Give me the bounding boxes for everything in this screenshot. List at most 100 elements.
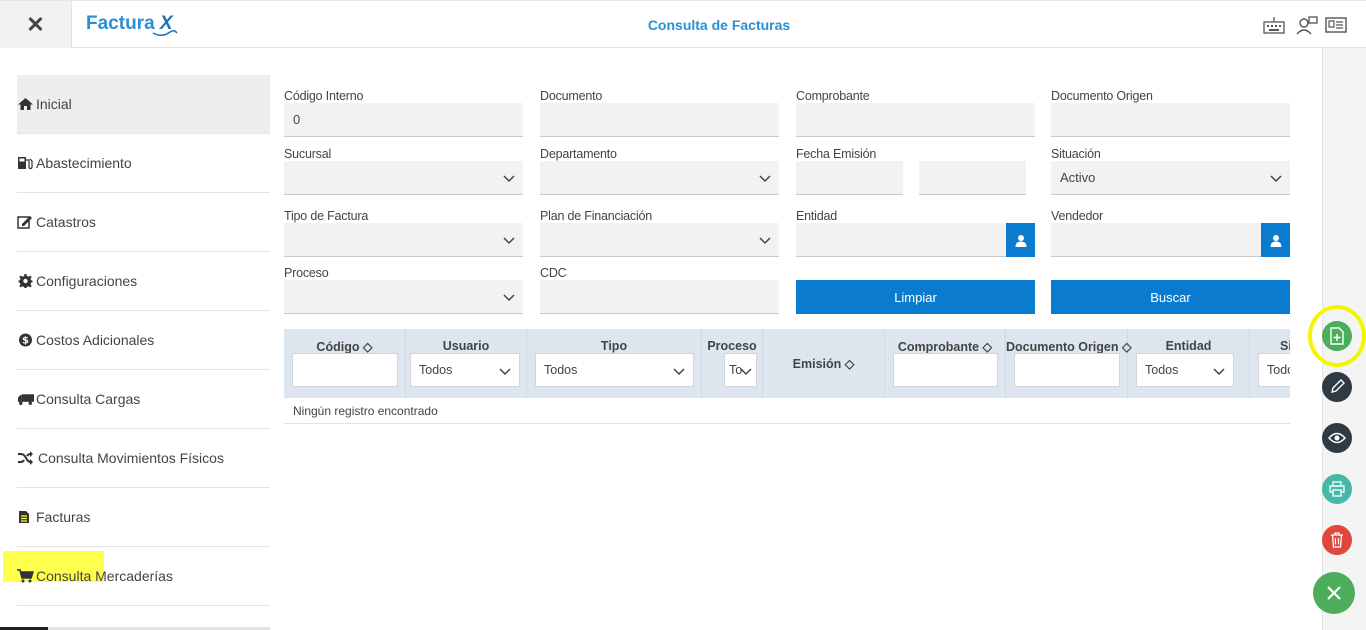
limpiar-button[interactable]: Limpiar xyxy=(796,280,1035,314)
pencil-icon xyxy=(1331,379,1345,393)
vendedor-input[interactable] xyxy=(1051,223,1290,257)
usuario-filter-select[interactable]: Todos xyxy=(410,353,520,387)
buscar-button[interactable]: Buscar xyxy=(1051,280,1290,314)
view-button[interactable] xyxy=(1322,423,1352,453)
column-codigo[interactable]: Código ◇ xyxy=(284,329,406,398)
edit-button[interactable] xyxy=(1322,372,1352,402)
documento-input[interactable] xyxy=(540,103,779,137)
sucursal-label: Sucursal xyxy=(284,147,332,161)
sidebar-item-facturas[interactable]: Facturas xyxy=(17,488,270,547)
entidad-filter-select[interactable]: Todos xyxy=(1136,353,1234,387)
print-button[interactable] xyxy=(1322,474,1352,504)
sidebar-item-label: Facturas xyxy=(36,509,91,525)
users-icon[interactable] xyxy=(1296,15,1318,35)
chevron-down-icon xyxy=(1213,368,1225,376)
situacion-value: Activo xyxy=(1060,170,1096,185)
entidad-input[interactable] xyxy=(796,223,1035,257)
sidebar-item-abastecimiento[interactable]: Abastecimiento xyxy=(17,134,270,193)
comprobante-filter-input[interactable] xyxy=(893,353,998,387)
column-documento-origen[interactable]: Documento Origen ◇ xyxy=(1006,329,1132,398)
documento-label: Documento xyxy=(540,89,603,103)
comprobante-input[interactable] xyxy=(796,103,1035,137)
sidebar-item-label: Abastecimiento xyxy=(36,155,132,171)
filter-value: Todos xyxy=(544,363,578,377)
sidebar-item-consulta-movimientos-fisicos[interactable]: Consulta Movimientos Físicos xyxy=(17,429,270,488)
codigo-filter-input[interactable] xyxy=(292,353,398,387)
tipo-factura-label: Tipo de Factura xyxy=(284,209,369,223)
proceso-filter-select[interactable]: To xyxy=(724,353,757,387)
sidebar: Inicial Abastecimiento Catastros Configu… xyxy=(0,48,270,630)
departamento-select[interactable] xyxy=(540,161,779,195)
chevron-down-icon xyxy=(499,368,511,376)
codigo-interno-label: Código Interno xyxy=(284,89,364,103)
column-header-label: Usuario xyxy=(442,339,490,353)
sucursal-select[interactable] xyxy=(284,161,523,195)
svg-text:$: $ xyxy=(22,336,29,347)
sidebar-item-costos-adicionales[interactable]: $ Costos Adicionales xyxy=(17,311,270,370)
column-header-label: Comprobante ◇ xyxy=(897,340,993,354)
fecha-emision-from-input[interactable] xyxy=(796,161,903,195)
tipo-factura-select[interactable] xyxy=(284,223,523,257)
chevron-down-icon xyxy=(759,175,771,183)
comprobante-label: Comprobante xyxy=(796,89,870,103)
sidebar-item-catastros[interactable]: Catastros xyxy=(17,193,270,252)
column-header-label: Tipo xyxy=(600,339,628,353)
column-emision[interactable]: Emisión ◇ xyxy=(763,329,885,398)
results-table-header: Código ◇ Usuario Todos Tipo Todos Proces… xyxy=(284,329,1290,398)
close-icon xyxy=(1327,586,1341,600)
entidad-search-button[interactable] xyxy=(1006,223,1035,257)
column-proceso[interactable]: Proceso To xyxy=(702,329,763,398)
shuffle-icon xyxy=(17,451,35,465)
vendedor-search-button[interactable] xyxy=(1261,223,1290,257)
printer-icon xyxy=(1329,481,1345,497)
sidebar-item-consulta-cargas[interactable]: Consulta Cargas xyxy=(17,370,270,429)
proceso-label: Proceso xyxy=(284,266,329,280)
column-header-label: Entidad xyxy=(1165,339,1212,353)
codigo-interno-input[interactable]: 0 xyxy=(284,103,523,137)
fecha-emision-to-input[interactable] xyxy=(919,161,1026,195)
plan-financiacion-label: Plan de Financiación xyxy=(540,209,653,223)
sidebar-item-label: Consulta Movimientos Físicos xyxy=(38,450,224,466)
sidebar-item-label: Costos Adicionales xyxy=(36,332,155,348)
cdc-input[interactable] xyxy=(540,280,779,314)
column-comprobante[interactable]: Comprobante ◇ xyxy=(885,329,1006,398)
tipo-filter-select[interactable]: Todos xyxy=(535,353,694,387)
document-icon xyxy=(17,510,35,524)
entidad-label: Entidad xyxy=(796,209,837,223)
situacion-label: Situación xyxy=(1051,147,1101,161)
plan-financiacion-select[interactable] xyxy=(540,223,779,257)
fuel-icon xyxy=(17,156,35,170)
documento-origen-filter-input[interactable] xyxy=(1014,353,1120,387)
delete-button[interactable] xyxy=(1322,525,1352,555)
sidebar-item-inicial[interactable]: Inicial xyxy=(17,75,270,134)
cart-icon xyxy=(17,569,35,583)
column-entidad[interactable]: Entidad Todos xyxy=(1128,329,1250,398)
proceso-select[interactable] xyxy=(284,280,523,314)
column-header-label: Proceso xyxy=(707,339,757,353)
situacion-filter-select[interactable]: Todo xyxy=(1258,353,1290,387)
sidebar-item-consulta-mercaderias[interactable]: Consulta Mercaderías xyxy=(17,547,270,606)
app-header: ✕ Factura X Consulta de Facturas xyxy=(0,0,1366,49)
keyboard-icon[interactable] xyxy=(1263,15,1285,35)
chevron-down-icon xyxy=(503,175,515,183)
documento-origen-input[interactable] xyxy=(1051,103,1290,137)
chevron-down-icon xyxy=(503,294,515,302)
column-header-label: Documento Origen ◇ xyxy=(1006,340,1132,354)
sidebar-item-label: Consulta Cargas xyxy=(36,391,141,407)
column-tipo[interactable]: Tipo Todos xyxy=(527,329,702,398)
situacion-select[interactable]: Activo xyxy=(1051,161,1290,195)
chevron-down-icon xyxy=(740,368,752,376)
column-usuario[interactable]: Usuario Todos xyxy=(406,329,527,398)
id-card-icon[interactable] xyxy=(1325,15,1347,35)
sidebar-item-configuraciones[interactable]: Configuraciones xyxy=(17,252,270,311)
close-actions-button[interactable] xyxy=(1313,572,1355,614)
column-situacion[interactable]: Si Todo xyxy=(1250,329,1290,398)
user-icon xyxy=(1015,234,1026,247)
sidebar-item-label: Catastros xyxy=(36,214,96,230)
filter-value: Todos xyxy=(1145,363,1179,377)
add-document-icon xyxy=(1330,327,1344,345)
chevron-down-icon xyxy=(503,237,515,245)
add-document-button[interactable] xyxy=(1322,321,1352,351)
chevron-down-icon xyxy=(1270,175,1282,183)
sidebar-item-label: Inicial xyxy=(36,96,72,112)
